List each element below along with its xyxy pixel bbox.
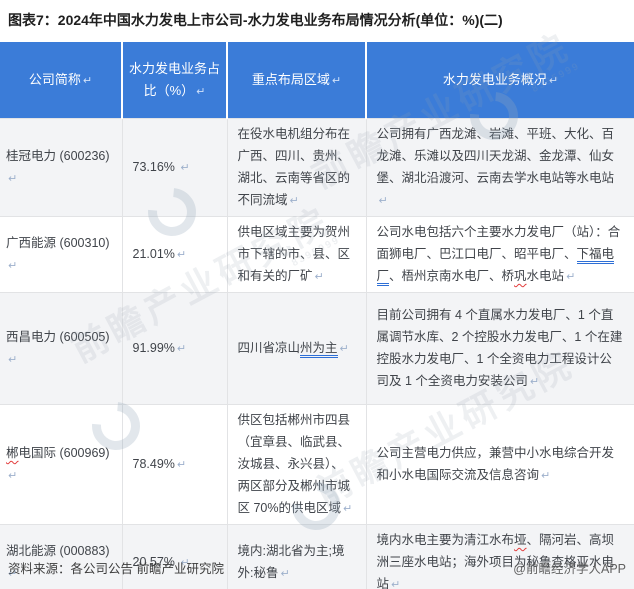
spellcheck-underline: 垭 — [514, 533, 527, 547]
cell-text: 桂冠电力 (600236) — [6, 149, 110, 163]
cell-share: 20.57% ↵ — [121, 524, 227, 589]
header-row: 公司简称 ↵ 水力发电业务占比（%） ↵ 重点布局区域 ↵ 水力发电业务概况 ↵ — [0, 42, 634, 119]
pilcrow-mark: ↵ — [566, 271, 576, 283]
cell-text: 供电区域主要为贺州市下辖的市、县、区和有关的厂矿 — [237, 225, 351, 283]
table-row-chendian: 郴电国际 (600969)↵ 78.49% ↵ 供区包括郴州市四县（宜章县、临武县… — [0, 404, 634, 525]
pilcrow-mark: ↵ — [339, 343, 349, 355]
pilcrow-mark: ↵ — [529, 376, 540, 388]
cell-text: 供区包括郴州市四县（宜章县、临武县、汝城县、永兴县）、两区部分及郴州市城区 70… — [237, 413, 351, 515]
cell-text: 公司主营电力供应，兼营中小水电综合开发和小水电国际交流及信息咨询 — [376, 446, 615, 482]
pilcrow-mark: ↵ — [82, 74, 93, 87]
grammar-underline: 州为主 — [300, 341, 338, 358]
cell-region: 境内:湖北省为主;境外:秘鲁 ↵ — [226, 524, 366, 589]
header-text: 水力发电业务占比（%） — [129, 60, 221, 98]
pilcrow-mark: ↵ — [8, 354, 18, 366]
col-header-region: 重点布局区域 ↵ — [226, 42, 366, 119]
table-row-hubei: 湖北能源 (000883)↵ 20.57% ↵ 境内:湖北省为主;境外:秘鲁 ↵ … — [0, 524, 634, 589]
table-row-guangxi: 广西能源 (600310)↵ 21.01% ↵ 供电区域主要为贺州市下辖的市、县、… — [0, 216, 634, 293]
cell-text: 水电站 — [526, 269, 565, 283]
pilcrow-mark: ↵ — [391, 579, 401, 589]
cell-text: 73.16% — [132, 160, 175, 174]
pilcrow-mark: ↵ — [314, 271, 324, 283]
pilcrow-mark: ↵ — [541, 470, 551, 482]
cell-company: 湖北能源 (000883)↵ — [0, 524, 122, 589]
pilcrow-mark: ↵ — [331, 74, 342, 87]
pilcrow-mark: ↵ — [8, 173, 18, 185]
cell-region: 供电区域主要为贺州市下辖的市、县、区和有关的厂矿 ↵ — [226, 216, 366, 293]
cell-share: 73.16% ↵ — [121, 118, 227, 217]
cell-overview: 境内水电主要为清江水布垭、隔河岩、高坝洲三座水电站；海外项目为秘鲁查格亚水电站 ↵ — [365, 524, 634, 589]
col-header-overview: 水力发电业务概况 ↵ — [365, 42, 634, 119]
report-figure-page: 图表7：2024年中国水力发电上市公司-水力发电业务布局情况分析(单位：%)(二… — [0, 0, 634, 589]
cell-share: 78.49% ↵ — [121, 404, 227, 525]
cell-text: 、梧州京南水电厂、桥 — [389, 269, 515, 283]
cell-share: 21.01% ↵ — [121, 216, 227, 293]
header-text: 水力发电业务概况 — [442, 71, 547, 87]
figure-title: 图表7：2024年中国水力发电上市公司-水力发电业务布局情况分析(单位：%)(二… — [8, 12, 503, 28]
cell-region: 在役水电机组分布在广西、四川、贵州、湖北、云南等省区的不同流域 ↵ — [226, 118, 366, 217]
cell-company: 桂冠电力 (600236) ↵ — [0, 118, 122, 217]
figure-footer: 资料来源：各公司公告 前瞻产业研究院 @前瞻经济学人APP — [8, 558, 626, 577]
cell-region: 四川省凉山州为主 ↵ — [226, 292, 366, 405]
cell-text: 公司拥有广西龙滩、岩滩、平班、大化、百龙滩、乐滩以及四川天龙湖、金龙潭、仙女堡、… — [376, 127, 615, 185]
cell-overview: 目前公司拥有 4 个直属水力发电厂、1 个直属调节水库、2 个控股水力发电厂、1… — [365, 292, 634, 405]
pilcrow-mark: ↵ — [176, 249, 187, 261]
cell-text: 电国际 (600969) — [18, 446, 110, 460]
cell-overview: 公司主营电力供应，兼营中小水电综合开发和小水电国际交流及信息咨询 ↵ — [365, 404, 634, 525]
cell-text: 湖北能源 (000883) — [6, 544, 110, 558]
pilcrow-mark: ↵ — [176, 459, 187, 471]
cell-company: 郴电国际 (600969)↵ — [0, 404, 122, 525]
cell-company: 西昌电力 (600505) ↵ — [0, 292, 122, 405]
cell-company: 广西能源 (600310) ↵ — [0, 216, 122, 293]
header-text: 公司简称 — [28, 71, 81, 87]
cell-text: 78.49% — [132, 457, 175, 471]
col-header-share: 水力发电业务占比（%） ↵ — [121, 42, 227, 119]
cell-text: 境内水电主要为清江水布 — [376, 533, 515, 547]
pilcrow-mark: ↵ — [8, 470, 18, 482]
cell-text: 西昌电力 (600505) — [6, 330, 110, 344]
spellcheck-underline: 郴 — [6, 446, 19, 460]
pilcrow-mark: ↵ — [378, 195, 388, 207]
cell-region: 供区包括郴州市四县（宜章县、临武县、汝城县、永兴县）、两区部分及郴州市城区 70… — [226, 404, 366, 525]
pilcrow-mark: ↵ — [8, 260, 18, 272]
source-note: 资料来源：各公司公告 前瞻产业研究院 — [8, 562, 224, 576]
spellcheck-underline: 巩 — [514, 269, 527, 283]
pilcrow-mark: ↵ — [343, 503, 353, 515]
cell-overview: 公司水电包括六个主要水力发电厂（站）：合面狮电厂、巴江口电厂、昭平电厂、下福电厂… — [365, 216, 634, 293]
pilcrow-mark: ↵ — [548, 74, 559, 87]
pilcrow-mark: ↵ — [176, 343, 187, 355]
hydropower-company-table: 公司简称 ↵ 水力发电业务占比（%） ↵ 重点布局区域 ↵ 水力发电业务概况 ↵ 桂冠电… — [0, 42, 634, 589]
col-header-company: 公司简称 ↵ — [0, 42, 122, 119]
cell-text: 91.99% — [132, 341, 175, 355]
table-row-xichang: 西昌电力 (600505)↵ 91.99% ↵ 四川省凉山州为主 ↵ 目前公司拥有 … — [0, 292, 634, 405]
cell-text: 目前公司拥有 4 个直属水力发电厂、1 个直属调节水库、2 个控股水力发电厂、1… — [376, 308, 623, 388]
pilcrow-mark: ↵ — [196, 85, 206, 98]
header-text: 重点布局区域 — [251, 71, 330, 87]
cell-text: 广西能源 (600310) — [6, 236, 110, 250]
pilcrow-mark: ↵ — [289, 195, 299, 207]
cell-text: 四川省凉山 — [237, 341, 301, 355]
app-credit: @前瞻经济学人APP — [513, 562, 626, 576]
cell-share: 91.99% ↵ — [121, 292, 227, 405]
table-row-guiguan: 桂冠电力 (600236) ↵ 73.16% ↵ 在役水电机组分布在广西、四川、贵… — [0, 118, 634, 217]
pilcrow-mark: ↵ — [180, 162, 190, 174]
cell-text: 21.01% — [132, 247, 175, 261]
cell-overview: 公司拥有广西龙滩、岩滩、平班、大化、百龙滩、乐滩以及四川天龙湖、金龙潭、仙女堡、… — [365, 118, 634, 217]
